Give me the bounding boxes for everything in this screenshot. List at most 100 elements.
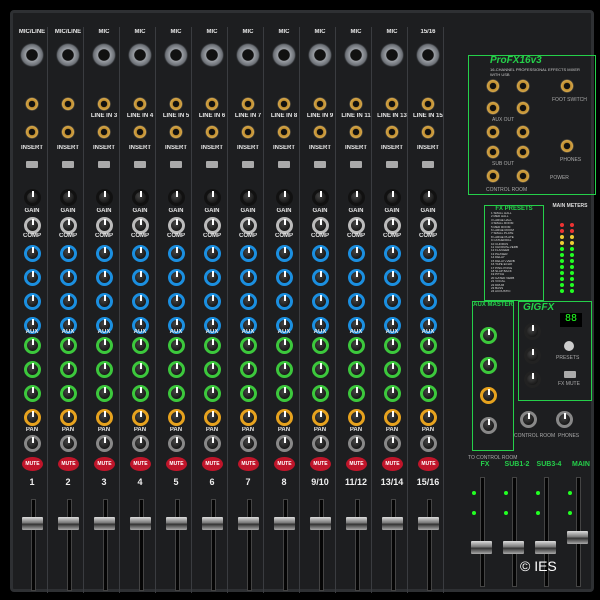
line-input-jack[interactable] (25, 97, 39, 111)
pan-knob[interactable] (420, 435, 437, 452)
aux-mon3-knob[interactable] (312, 385, 329, 402)
aux-mon2-knob[interactable] (168, 361, 185, 378)
eq-freq-knob[interactable] (96, 293, 113, 310)
aux-mon2-knob[interactable] (420, 361, 437, 378)
insert-jack[interactable] (313, 125, 327, 139)
aux-mon2-knob[interactable] (24, 361, 41, 378)
xlr-input-jack[interactable] (380, 43, 404, 67)
insert-jack[interactable] (133, 125, 147, 139)
eq-hi-knob[interactable] (96, 245, 113, 262)
eq-freq-knob[interactable] (420, 293, 437, 310)
pan-knob[interactable] (168, 435, 185, 452)
aux-mon3-knob[interactable] (168, 385, 185, 402)
low-cut-button[interactable] (26, 161, 38, 168)
aux-mon2-knob[interactable] (276, 361, 293, 378)
low-cut-button[interactable] (62, 161, 74, 168)
mute-button[interactable]: MUTE (58, 457, 79, 471)
master-fader-cap[interactable] (471, 541, 492, 554)
aux-mon1-knob[interactable] (60, 337, 77, 354)
low-cut-button[interactable] (314, 161, 326, 168)
insert-jack[interactable] (349, 125, 363, 139)
insert-jack[interactable] (205, 125, 219, 139)
mute-button[interactable]: MUTE (166, 457, 187, 471)
aux-mon1-knob[interactable] (276, 337, 293, 354)
gain-knob[interactable] (168, 189, 185, 206)
pan-knob[interactable] (24, 435, 41, 452)
channel-fader[interactable] (94, 517, 115, 530)
low-cut-button[interactable] (170, 161, 182, 168)
foot-switch-jack[interactable] (560, 79, 574, 93)
aux-mon3-knob[interactable] (384, 385, 401, 402)
aux-mon3-knob[interactable] (420, 385, 437, 402)
eq-mid-knob[interactable] (384, 269, 401, 286)
gigfx-knob-1[interactable] (524, 323, 541, 340)
insert-jack[interactable] (385, 125, 399, 139)
comp-knob[interactable] (132, 217, 149, 234)
aux-fx-knob[interactable] (420, 409, 437, 426)
aux-mon3-knob[interactable] (276, 385, 293, 402)
master-fader-cap[interactable] (567, 531, 588, 544)
eq-freq-knob[interactable] (132, 293, 149, 310)
gain-knob[interactable] (24, 189, 41, 206)
line-input-jack[interactable] (205, 97, 219, 111)
aux-mon2-knob[interactable] (240, 361, 257, 378)
channel-fader[interactable] (166, 517, 187, 530)
sub-out-jack-3[interactable] (486, 145, 500, 159)
eq-hi-knob[interactable] (168, 245, 185, 262)
aux-fx-knob[interactable] (312, 409, 329, 426)
aux-mon3-knob[interactable] (348, 385, 365, 402)
eq-mid-knob[interactable] (60, 269, 77, 286)
low-cut-button[interactable] (98, 161, 110, 168)
comp-knob[interactable] (420, 217, 437, 234)
eq-freq-knob[interactable] (24, 293, 41, 310)
insert-jack[interactable] (61, 125, 75, 139)
comp-knob[interactable] (168, 217, 185, 234)
mute-button[interactable]: MUTE (130, 457, 151, 471)
aux-mon2-knob[interactable] (60, 361, 77, 378)
insert-jack[interactable] (97, 125, 111, 139)
channel-fader[interactable] (130, 517, 151, 530)
aux-fx-knob[interactable] (60, 409, 77, 426)
gain-knob[interactable] (420, 189, 437, 206)
eq-hi-knob[interactable] (24, 245, 41, 262)
eq-hi-knob[interactable] (276, 245, 293, 262)
gain-knob[interactable] (132, 189, 149, 206)
pan-knob[interactable] (204, 435, 221, 452)
low-cut-button[interactable] (422, 161, 434, 168)
aux-out-jack-1[interactable] (486, 79, 500, 93)
aux-mon1-knob[interactable] (384, 337, 401, 354)
line-input-jack[interactable] (421, 97, 435, 111)
gain-knob[interactable] (204, 189, 221, 206)
eq-mid-knob[interactable] (204, 269, 221, 286)
eq-freq-knob[interactable] (276, 293, 293, 310)
pan-knob[interactable] (60, 435, 77, 452)
comp-knob[interactable] (312, 217, 329, 234)
comp-knob[interactable] (240, 217, 257, 234)
aux-mon2-knob[interactable] (132, 361, 149, 378)
aux-out-jack-3[interactable] (486, 101, 500, 115)
eq-mid-knob[interactable] (24, 269, 41, 286)
channel-fader[interactable] (418, 517, 439, 530)
eq-hi-knob[interactable] (312, 245, 329, 262)
insert-jack[interactable] (421, 125, 435, 139)
mute-button[interactable]: MUTE (94, 457, 115, 471)
eq-hi-knob[interactable] (132, 245, 149, 262)
mute-button[interactable]: MUTE (202, 457, 223, 471)
comp-knob[interactable] (276, 217, 293, 234)
channel-fader[interactable] (382, 517, 403, 530)
xlr-input-jack[interactable] (344, 43, 368, 67)
pan-knob[interactable] (312, 435, 329, 452)
aux-mon1-knob[interactable] (420, 337, 437, 354)
sub-out-jack-1[interactable] (486, 125, 500, 139)
aux-mon2-knob[interactable] (348, 361, 365, 378)
low-cut-button[interactable] (134, 161, 146, 168)
aux-mon2-knob[interactable] (204, 361, 221, 378)
aux-mon3-knob[interactable] (24, 385, 41, 402)
aux-mon1-knob[interactable] (24, 337, 41, 354)
eq-mid-knob[interactable] (312, 269, 329, 286)
aux-fx-knob[interactable] (384, 409, 401, 426)
pan-knob[interactable] (96, 435, 113, 452)
comp-knob[interactable] (384, 217, 401, 234)
phones-knob[interactable] (556, 411, 573, 428)
channel-fader[interactable] (58, 517, 79, 530)
